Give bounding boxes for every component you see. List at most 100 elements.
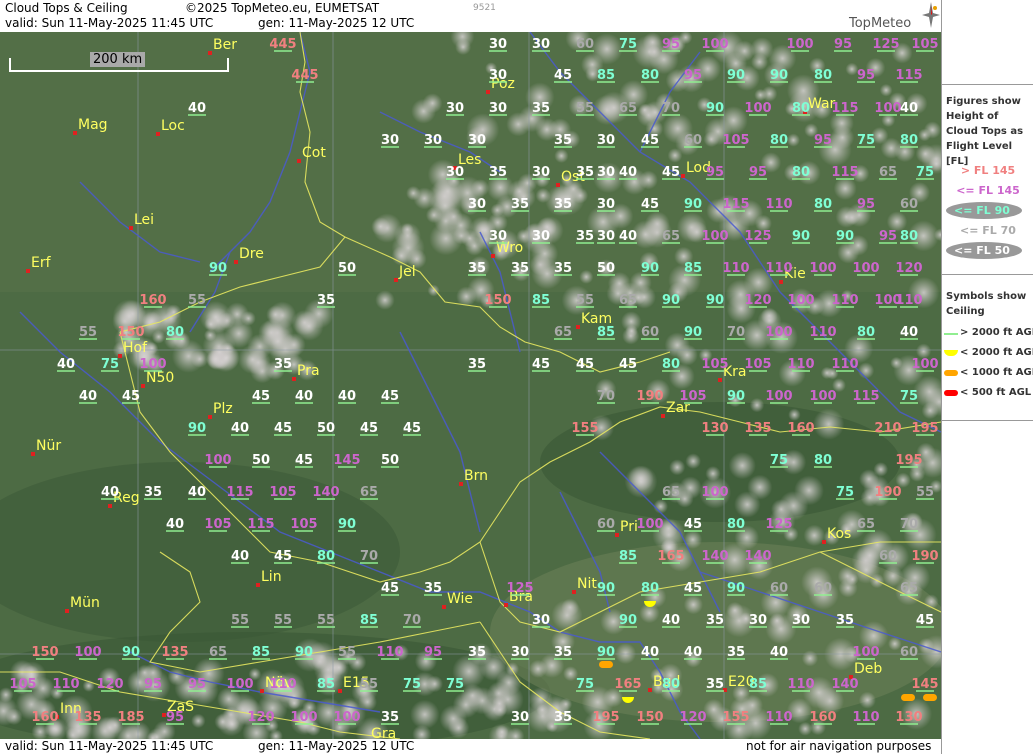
city-dot (491, 254, 495, 258)
cloud-top-figure: 35 (468, 261, 486, 276)
cloud-top-figure: 85 (252, 645, 270, 660)
cloud-top-figure: 90 (792, 229, 810, 244)
cloud-blob (371, 217, 390, 236)
cloud-top-figure: 125 (744, 229, 771, 244)
cloud-top-figure: 80 (814, 453, 832, 468)
cloud-top-figure: 150 (31, 645, 58, 660)
cloud-top-figure: 115 (852, 389, 879, 404)
cloud-top-figure: 45 (662, 165, 680, 180)
cloud-blob (206, 349, 226, 369)
cloud-blob (835, 206, 858, 228)
cloud-top-figure: 140 (701, 549, 728, 564)
cloud-blob (238, 345, 268, 374)
cloud-top-figure: 75 (446, 677, 464, 692)
cloud-top-figure: 40 (338, 389, 356, 404)
cloud-blob (145, 341, 159, 355)
cloud-top-figure: 75 (576, 677, 594, 692)
chart-code: 9521 (473, 3, 496, 13)
cloud-top-figure: 100 (701, 229, 728, 244)
city-dot (718, 378, 722, 382)
city-label: Nür (36, 438, 61, 454)
cloud-top-figure: 35 (727, 645, 745, 660)
cloud-top-figure: 80 (770, 133, 788, 148)
cloud-top-figure: 55 (360, 677, 378, 692)
cloud-top-figure: 35 (554, 133, 572, 148)
cloud-blob (801, 650, 819, 667)
cloud-top-figure: 90 (295, 645, 313, 660)
cloud-top-figure: 35 (511, 261, 529, 276)
cloud-top-figure: 190 (911, 549, 938, 564)
cloud-top-figure: 160 (809, 710, 836, 725)
legend-divider (942, 84, 1033, 85)
cloud-top-figure: 110 (831, 293, 858, 308)
cloud-blob (579, 269, 594, 284)
city-label: Deb (854, 661, 882, 677)
cloud-top-figure: 75 (836, 485, 854, 500)
ceiling-lt1000-marker (599, 661, 613, 668)
cloud-top-figure: 90 (727, 581, 745, 596)
cloud-top-figure: 100 (333, 710, 360, 725)
cloud-blob (638, 103, 652, 117)
cloud-top-figure: 40 (188, 101, 206, 116)
cloud-top-figure: 150 (636, 710, 663, 725)
cloud-top-figure: 100 (765, 389, 792, 404)
city-dot (108, 504, 112, 508)
cloud-top-figure: 50 (317, 421, 335, 436)
cloud-top-figure: 100 (204, 453, 231, 468)
cloud-top-figure: 75 (857, 133, 875, 148)
ceiling-lt2000-label: < 2000 ft AGL (960, 347, 1033, 358)
cloud-top-figure: 115 (831, 101, 858, 116)
cloud-blob (495, 725, 509, 739)
ceiling-gt2000-label: > 2000 ft AGL (960, 327, 1033, 338)
cloud-top-figure: 30 (532, 165, 550, 180)
cloud-top-figure: 80 (792, 165, 810, 180)
cloud-blob (918, 128, 931, 142)
city-dot (648, 688, 652, 692)
cloud-top-figure: 45 (619, 357, 637, 372)
city-label: Nit (577, 576, 597, 592)
cloud-blob (873, 462, 889, 477)
cloud-blob (705, 466, 721, 482)
legend-level-1: > FL 145 (960, 164, 1016, 177)
cloud-top-figure: 90 (122, 645, 140, 660)
cloud-top-figure: 115 (226, 485, 253, 500)
cloud-top-figure: 35 (836, 613, 854, 628)
cloud-top-figure: 70 (900, 517, 918, 532)
cloud-top-figure: 40 (641, 645, 659, 660)
copyright-text: ©2025 TopMeteo.eu, EUMETSAT (185, 1, 380, 15)
cloud-top-figure: 80 (814, 197, 832, 212)
cloud-top-figure: 100 (765, 325, 792, 340)
cloud-top-figure: 110 (895, 293, 922, 308)
cloud-blob (786, 133, 801, 147)
cloud-blob (294, 311, 324, 341)
cloud-top-figure: 65 (360, 485, 378, 500)
cloud-top-figure: 120 (679, 710, 706, 725)
city-dot (486, 90, 490, 94)
city-dot (297, 159, 301, 163)
cloud-top-figure: 45 (916, 613, 934, 628)
city-label: N50 (146, 370, 174, 386)
chart-title: Cloud Tops & Ceiling (5, 1, 128, 15)
cloud-top-figure: 55 (916, 485, 934, 500)
cloud-top-figure: 80 (792, 101, 810, 116)
cloud-top-figure: 60 (684, 133, 702, 148)
cloud-top-figure: 105 (204, 517, 231, 532)
cloud-top-figure: 110 (52, 677, 79, 692)
cloud-top-figure: 95 (834, 37, 852, 52)
cloud-top-figure: 35 (468, 357, 486, 372)
cloud-top-figure: 150 (484, 293, 511, 308)
cloud-top-figure: 30 (532, 613, 550, 628)
cloud-top-figure: 65 (662, 229, 680, 244)
cloud-blob (224, 319, 254, 348)
cloud-top-figure: 105 (722, 133, 749, 148)
cloud-top-figure: 125 (506, 581, 533, 596)
cloud-top-figure: 35 (532, 101, 550, 116)
cloud-top-figure: 50 (381, 453, 399, 468)
satellite-map[interactable]: Ber Poz War Mag Loc Cot Les Lod Ost Lei Wro Kie Erf D… (0, 32, 941, 739)
cloud-top-figure: 55 (576, 101, 594, 116)
legend-level-2: <= FL 145 (956, 184, 1020, 197)
cloud-top-figure: 155 (571, 421, 598, 436)
cloud-top-figure: 40 (900, 325, 918, 340)
cloud-blob (683, 595, 704, 615)
city-dot (256, 583, 260, 587)
